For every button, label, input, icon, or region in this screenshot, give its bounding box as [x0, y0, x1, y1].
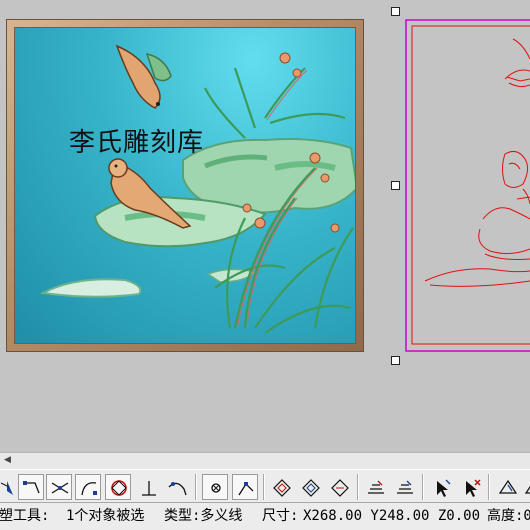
circle-diamond-icon — [111, 480, 127, 496]
diamond-icon — [331, 479, 349, 497]
status-bar: 塑工具: 1个对象被选 类型:多义线 尺寸: X268.00 Y248.00 Z… — [0, 502, 530, 530]
status-type: 类型:多义线 — [164, 508, 243, 524]
cross-lines-icon — [51, 482, 69, 494]
cursor-x-icon — [466, 479, 481, 497]
arc-icon — [81, 482, 97, 496]
drawing-toolbar — [0, 469, 530, 502]
relief-artwork — [39, 44, 355, 334]
offset-tool-1[interactable] — [268, 474, 294, 500]
arrow-icon — [0, 481, 13, 495]
status-height: 高度:0 — [487, 508, 530, 524]
arc-tool[interactable] — [75, 474, 101, 500]
vector-artwork — [405, 19, 530, 352]
selection-handle-bottom[interactable] — [391, 356, 400, 365]
selection-handle-top[interactable] — [391, 7, 400, 16]
relief-frame[interactable]: 李氏雕刻库 — [6, 19, 364, 352]
status-selection: 1个对象被选 — [66, 508, 145, 524]
status-tool: 塑工具: — [0, 508, 50, 524]
vertex-icon — [238, 482, 254, 496]
status-size: X268.00 Y248.00 Z0.00 — [303, 508, 481, 524]
drawing-canvas[interactable]: 李氏雕刻库 — [0, 0, 530, 452]
polyline-icon — [23, 481, 40, 494]
shape-tool-2[interactable] — [520, 474, 530, 500]
polyline-tool[interactable] — [18, 474, 44, 500]
layers-icon — [397, 480, 413, 494]
selection-handle-middle[interactable] — [391, 181, 400, 190]
delete-select-tool[interactable] — [457, 474, 483, 500]
relief-panel[interactable]: 李氏雕刻库 — [14, 27, 356, 344]
shape-icon — [524, 485, 530, 494]
layer-tool-2[interactable] — [391, 474, 417, 500]
vertex-tool[interactable] — [232, 474, 258, 500]
diamond-icon — [302, 479, 320, 497]
cursor-icon — [437, 479, 451, 497]
watermark-text: 李氏雕刻库 — [69, 128, 205, 158]
rock-small — [39, 278, 142, 298]
select-tool[interactable] — [428, 474, 454, 500]
curve-icon — [168, 482, 187, 496]
flying-bird — [115, 44, 172, 109]
layers-icon — [368, 480, 384, 494]
shape-icon — [498, 479, 518, 494]
status-size-label: 尺寸: — [262, 508, 299, 524]
node-tool[interactable] — [202, 474, 228, 500]
vector-drawing[interactable] — [405, 19, 530, 352]
node-box-icon — [211, 483, 221, 493]
trim-tool[interactable] — [46, 474, 72, 500]
shape-tool-1[interactable] — [494, 474, 520, 500]
curve-tool[interactable] — [163, 474, 189, 500]
diamond-icon — [273, 479, 291, 497]
perpendicular-tool[interactable] — [135, 474, 161, 500]
offset-tool-2[interactable] — [297, 474, 323, 500]
partial-arrow-tool[interactable] — [0, 474, 18, 500]
horizontal-scrollbar[interactable]: ◀ — [0, 452, 530, 469]
perpendicular-icon — [142, 481, 156, 496]
scroll-left-icon[interactable]: ◀ — [2, 455, 13, 466]
offset-tool-3[interactable] — [326, 474, 352, 500]
layer-tool-1[interactable] — [362, 474, 388, 500]
circle-tool[interactable] — [105, 474, 131, 500]
